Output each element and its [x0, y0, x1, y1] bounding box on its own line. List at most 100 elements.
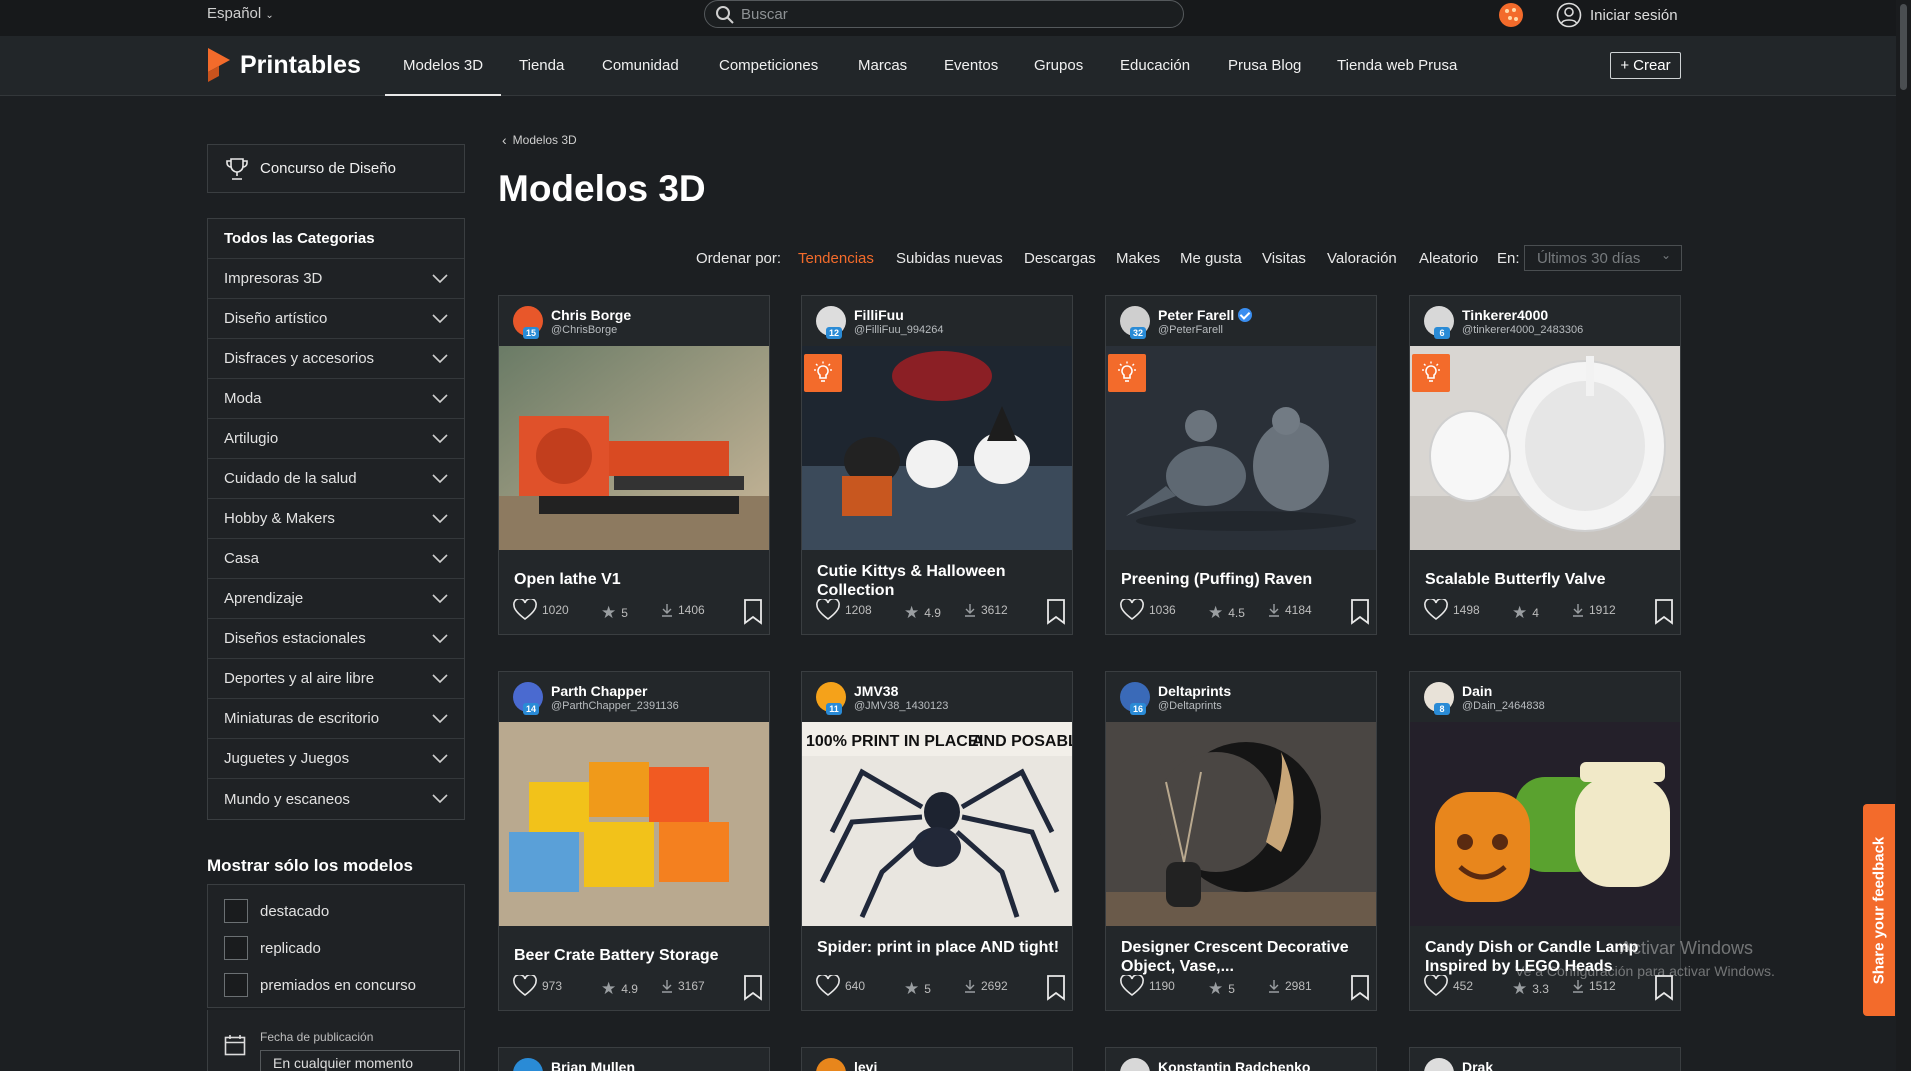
model-image[interactable]: [1106, 722, 1376, 926]
card-author[interactable]: 8 Dain @Dain_2464838: [1424, 682, 1674, 716]
period-select[interactable]: Últimos 30 días ⌄: [1524, 245, 1682, 271]
chevron-down-icon[interactable]: [432, 633, 448, 644]
create-button[interactable]: + Crear: [1610, 52, 1681, 79]
avatar[interactable]: [816, 1058, 846, 1071]
bookmark-icon[interactable]: [1046, 975, 1066, 1001]
model-title[interactable]: Open lathe V1: [514, 570, 759, 589]
nav-tienda[interactable]: Tienda: [519, 57, 564, 74]
chevron-down-icon[interactable]: [432, 473, 448, 484]
filter-premiados[interactable]: premiados en concurso: [224, 973, 416, 997]
card-author[interactable]: 6 Tinkerer4000 @tinkerer4000_2483306: [1424, 306, 1674, 340]
model-card[interactable]: Brian Mullen: [498, 1047, 770, 1071]
search-input[interactable]: Buscar: [704, 0, 1184, 28]
card-author[interactable]: Brian Mullen: [513, 1058, 763, 1071]
like-button[interactable]: 1498: [1424, 599, 1480, 621]
category-item[interactable]: Moda: [208, 379, 464, 419]
card-author[interactable]: 11 JMV38 @JMV38_1430123: [816, 682, 1066, 716]
chevron-down-icon[interactable]: [432, 313, 448, 324]
category-item[interactable]: Aprendizaje: [208, 579, 464, 619]
model-card[interactable]: 12 FilliFuu @FilliFuu_994264 Cutie Kittys &…: [801, 295, 1073, 635]
category-item[interactable]: Mundo y escaneos: [208, 779, 464, 819]
nav-grupos[interactable]: Grupos: [1034, 57, 1083, 74]
bookmark-icon[interactable]: [743, 975, 763, 1001]
card-author[interactable]: 15 Chris Borge @ChrisBorge: [513, 306, 763, 340]
author-name[interactable]: JMV38: [854, 683, 898, 699]
login-button[interactable]: Iniciar sesión: [1556, 2, 1678, 28]
chevron-down-icon[interactable]: [432, 753, 448, 764]
checkbox[interactable]: [224, 899, 248, 923]
bookmark-icon[interactable]: [1046, 599, 1066, 625]
sort-valoracion[interactable]: Valoración: [1327, 250, 1397, 267]
model-title[interactable]: Designer Crescent Decorative Object, Vas…: [1121, 938, 1366, 976]
author-name[interactable]: Brian Mullen: [551, 1059, 635, 1071]
avatar[interactable]: [513, 1058, 543, 1071]
breadcrumb[interactable]: ‹ Modelos 3D: [502, 132, 577, 148]
model-card[interactable]: 16 Deltaprints @Deltaprints Designer Cresce…: [1105, 671, 1377, 1011]
chevron-down-icon[interactable]: [432, 713, 448, 724]
like-button[interactable]: 1190: [1120, 975, 1175, 997]
language-selector[interactable]: Español ⌄: [207, 5, 274, 22]
nav-modelos-3d[interactable]: Modelos 3D: [403, 57, 483, 74]
sort-subidas-nuevas[interactable]: Subidas nuevas: [896, 250, 1003, 267]
model-title[interactable]: Cutie Kittys & Halloween Collection: [817, 562, 1062, 600]
chevron-down-icon[interactable]: [432, 593, 448, 604]
model-image[interactable]: [499, 722, 769, 926]
bookmark-icon[interactable]: [1654, 599, 1674, 625]
card-author[interactable]: 32 Peter Farell @PeterFarell: [1120, 306, 1370, 340]
model-card[interactable]: 15 Chris Borge @ChrisBorge Open lathe V1 102…: [498, 295, 770, 635]
chevron-down-icon[interactable]: [432, 673, 448, 684]
model-card[interactable]: 8 Dain @Dain_2464838 Candy Dish or Candle L…: [1409, 671, 1681, 1011]
chevron-down-icon[interactable]: [432, 553, 448, 564]
author-name[interactable]: Parth Chapper: [551, 683, 647, 699]
bookmark-icon[interactable]: [1350, 975, 1370, 1001]
nav-prusa-blog[interactable]: Prusa Blog: [1228, 57, 1301, 74]
nav-tienda-web-prusa[interactable]: Tienda web Prusa: [1337, 57, 1457, 74]
like-button[interactable]: 452: [1424, 975, 1473, 997]
sort-tendencias[interactable]: Tendencias: [798, 250, 874, 267]
scrollbar-thumb[interactable]: [1900, 4, 1907, 90]
model-card[interactable]: 11 JMV38 @JMV38_1430123 100% PRINT IN PLACE…: [801, 671, 1073, 1011]
sort-descargas[interactable]: Descargas: [1024, 250, 1096, 267]
author-name[interactable]: Peter Farell: [1158, 307, 1253, 323]
nav-marcas[interactable]: Marcas: [858, 57, 907, 74]
author-name[interactable]: Drak: [1462, 1059, 1493, 1071]
nav-competiciones[interactable]: Competiciones: [719, 57, 818, 74]
scrollbar[interactable]: [1896, 0, 1911, 1071]
card-author[interactable]: levi: [816, 1058, 1066, 1071]
model-image[interactable]: [499, 346, 769, 550]
bookmark-icon[interactable]: [1350, 599, 1370, 625]
sort-visitas[interactable]: Visitas: [1262, 250, 1306, 267]
card-author[interactable]: 12 FilliFuu @FilliFuu_994264: [816, 306, 1066, 340]
author-name[interactable]: Chris Borge: [551, 307, 631, 323]
like-button[interactable]: 973: [513, 975, 562, 997]
model-image[interactable]: [802, 346, 1072, 550]
model-title[interactable]: Beer Crate Battery Storage: [514, 946, 759, 965]
category-item[interactable]: Hobby & Makers: [208, 499, 464, 539]
author-name[interactable]: Konstantin Radchenko: [1158, 1059, 1310, 1071]
avatar[interactable]: [1424, 1058, 1454, 1071]
category-item[interactable]: Juguetes y Juegos: [208, 739, 464, 779]
bookmark-icon[interactable]: [743, 599, 763, 625]
filter-replicado[interactable]: replicado: [224, 936, 321, 960]
checkbox[interactable]: [224, 973, 248, 997]
author-name[interactable]: levi: [854, 1059, 877, 1071]
author-name[interactable]: Tinkerer4000: [1462, 307, 1548, 323]
author-name[interactable]: Dain: [1462, 683, 1492, 699]
model-title[interactable]: Spider: print in place AND tight!: [817, 938, 1062, 957]
nav-educacion[interactable]: Educación: [1120, 57, 1190, 74]
author-name[interactable]: FilliFuu: [854, 307, 904, 323]
card-author[interactable]: Drak: [1424, 1058, 1674, 1071]
model-card[interactable]: levi: [801, 1047, 1073, 1071]
category-item[interactable]: Artilugio: [208, 419, 464, 459]
author-name[interactable]: Deltaprints: [1158, 683, 1231, 699]
chevron-down-icon[interactable]: [432, 393, 448, 404]
model-image[interactable]: [1410, 722, 1680, 926]
model-image[interactable]: [1106, 346, 1376, 550]
model-title[interactable]: Scalable Butterfly Valve: [1425, 570, 1670, 589]
model-card[interactable]: 32 Peter Farell @PeterFarell Preening (Puff…: [1105, 295, 1377, 635]
sort-aleatorio[interactable]: Aleatorio: [1419, 250, 1478, 267]
category-item[interactable]: Casa: [208, 539, 464, 579]
model-card[interactable]: 6 Tinkerer4000 @tinkerer4000_2483306 Scalab…: [1409, 295, 1681, 635]
cookie-icon[interactable]: [1499, 3, 1523, 27]
all-categories[interactable]: Todos las Categorias: [208, 219, 464, 259]
